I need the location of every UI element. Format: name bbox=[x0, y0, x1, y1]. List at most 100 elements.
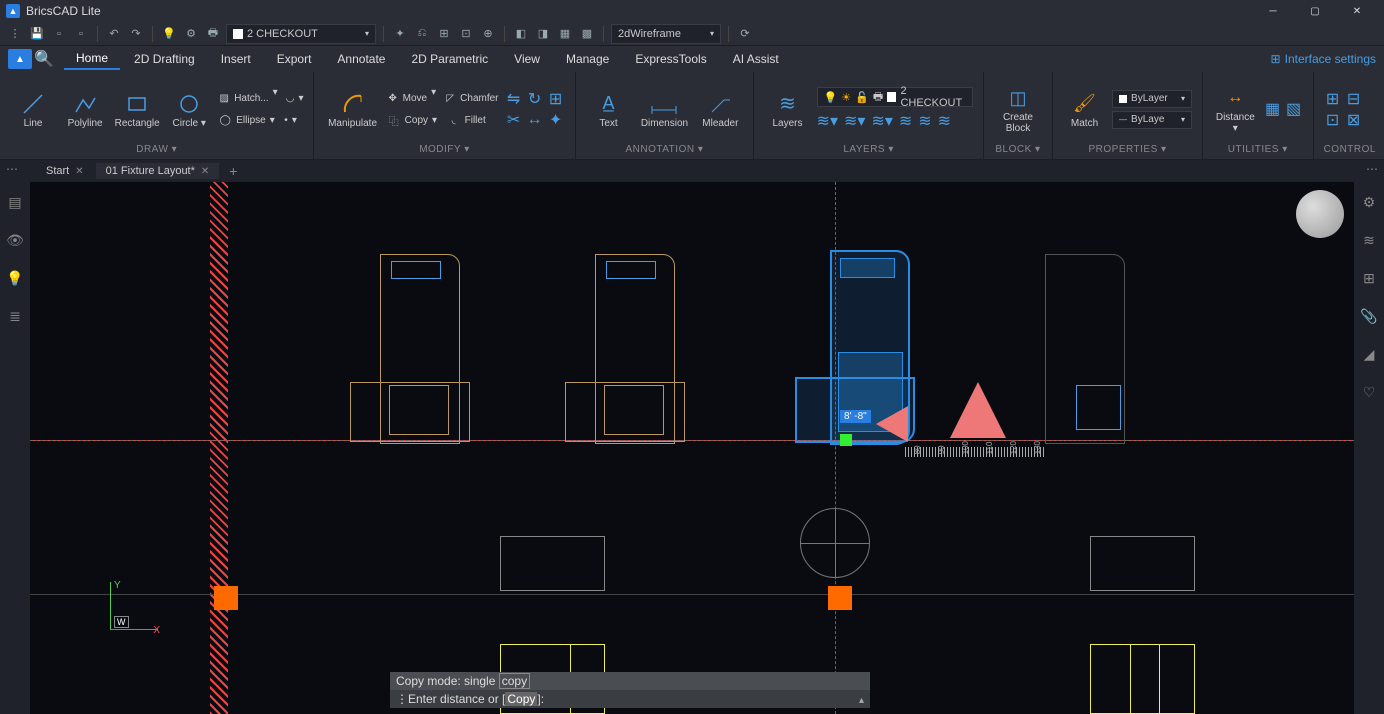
array-icon[interactable]: ⊞ bbox=[547, 90, 565, 108]
layers-icon[interactable]: ≋ bbox=[1359, 230, 1379, 250]
line-button[interactable]: Line bbox=[10, 90, 56, 129]
control-icon[interactable]: ⊞ bbox=[1324, 90, 1342, 108]
control-icon[interactable]: ⊠ bbox=[1345, 111, 1363, 129]
drawing-canvas[interactable]: 8' -8" -80 -90 -100 -110 -120 -130 bbox=[30, 182, 1354, 714]
extend-icon[interactable]: ↔ bbox=[526, 111, 544, 129]
cube-icon[interactable]: ▦ bbox=[556, 25, 574, 43]
layer-swatch bbox=[887, 92, 896, 102]
util-grid: ▦ ▧ bbox=[1264, 100, 1303, 118]
control-icon[interactable]: ⊡ bbox=[1324, 111, 1342, 129]
mleader-button[interactable]: Mleader bbox=[697, 90, 743, 129]
settings-icon: ⊞ bbox=[1271, 52, 1281, 66]
settings-icon[interactable]: ⚙ bbox=[1359, 192, 1379, 212]
open-icon[interactable]: ▫ bbox=[72, 25, 90, 43]
tool-icon[interactable]: ⊕ bbox=[479, 25, 497, 43]
tool-icon[interactable]: ✦ bbox=[391, 25, 409, 43]
tab-manage[interactable]: Manage bbox=[554, 49, 621, 69]
minimize-button[interactable]: ─ bbox=[1252, 0, 1294, 22]
util-icon[interactable]: ▧ bbox=[1285, 100, 1303, 118]
new-icon[interactable]: ▫ bbox=[50, 25, 68, 43]
tool-icon[interactable]: ⊞ bbox=[435, 25, 453, 43]
redo-icon[interactable]: ↷ bbox=[127, 25, 145, 43]
visibility-icon[interactable]: 👁 bbox=[5, 230, 25, 250]
command-line[interactable]: Copy mode: single copy ⋮Enter distance o… bbox=[390, 672, 870, 708]
close-button[interactable]: ✕ bbox=[1336, 0, 1378, 22]
gear-icon[interactable]: ⚙ bbox=[182, 25, 200, 43]
tabs-menu-icon[interactable]: ⋯ bbox=[6, 162, 18, 176]
layers-button[interactable]: ≋Layers bbox=[764, 90, 810, 129]
polyline-button[interactable]: Polyline bbox=[62, 90, 108, 129]
layer-tool-icon[interactable]: ≋ bbox=[918, 111, 931, 131]
close-icon[interactable]: ✕ bbox=[75, 166, 83, 177]
close-icon[interactable]: ✕ bbox=[201, 166, 209, 177]
tab-annotate[interactable]: Annotate bbox=[325, 49, 397, 69]
copy-button[interactable]: ⿻Copy ▾ ◟Fillet bbox=[387, 111, 486, 129]
trim-icon[interactable]: ✂ bbox=[505, 111, 523, 129]
visual-style-dropdown[interactable]: 2dWireframe ▾ bbox=[611, 24, 721, 44]
command-input[interactable]: ⋮Enter distance or [Copy]: bbox=[390, 690, 870, 708]
qat-layer-dropdown[interactable]: 2 CHECKOUT ▾ bbox=[226, 24, 376, 44]
tab-2d-drafting[interactable]: 2D Drafting bbox=[122, 49, 207, 69]
tab-expresstools[interactable]: ExpressTools bbox=[623, 49, 718, 69]
expand-command-icon[interactable]: ▴ bbox=[859, 695, 864, 706]
layer-tool-icon[interactable]: ≋▾ bbox=[844, 111, 865, 131]
attach-icon[interactable]: 📎 bbox=[1359, 306, 1379, 326]
cube-icon[interactable]: ◧ bbox=[512, 25, 530, 43]
manipulate-button[interactable]: Manipulate bbox=[324, 90, 380, 129]
circle-button[interactable]: Circle ▾ bbox=[166, 90, 212, 129]
control-icon[interactable]: ⊟ bbox=[1345, 90, 1363, 108]
bulb-icon[interactable]: 💡 bbox=[160, 25, 178, 43]
dimension-button[interactable]: Dimension bbox=[638, 90, 692, 129]
eraser-icon[interactable]: ◢ bbox=[1359, 344, 1379, 364]
match-button[interactable]: 🖌Match bbox=[1063, 90, 1106, 129]
tab-view[interactable]: View bbox=[502, 49, 552, 69]
structure-icon[interactable]: ≣ bbox=[5, 306, 25, 326]
balloon-icon[interactable]: ♡ bbox=[1359, 382, 1379, 402]
grid-icon[interactable]: ⊞ bbox=[1359, 268, 1379, 288]
point-icon[interactable]: • bbox=[284, 115, 288, 126]
tab-start[interactable]: Start✕ bbox=[36, 163, 94, 179]
text-button[interactable]: A̲Text bbox=[586, 90, 632, 129]
ellipse-button[interactable]: ◯Ellipse ▾ • ▾ bbox=[218, 111, 297, 129]
refresh-icon[interactable]: ⟳ bbox=[736, 25, 754, 43]
print-icon[interactable]: 🖶 bbox=[204, 25, 222, 43]
tool-icon[interactable]: ⊡ bbox=[457, 25, 475, 43]
explode-icon[interactable]: ✦ bbox=[547, 111, 565, 129]
rectangle-button[interactable]: Rectangle bbox=[114, 90, 160, 129]
arc-icon[interactable]: ◡ bbox=[286, 93, 295, 104]
current-layer-dropdown[interactable]: 💡 ☀ 🔓 🖶 2 CHECKOUT bbox=[817, 87, 973, 107]
color-dropdown[interactable]: ByLayer▾ bbox=[1112, 90, 1192, 108]
interface-settings-button[interactable]: ⊞ Interface settings bbox=[1271, 52, 1376, 66]
tab-home[interactable]: Home bbox=[64, 48, 120, 70]
tab-insert[interactable]: Insert bbox=[209, 49, 263, 69]
tool-icon[interactable]: ⎌ bbox=[413, 25, 431, 43]
cube-icon[interactable]: ▩ bbox=[578, 25, 596, 43]
layer-tool-icon[interactable]: ≋ bbox=[938, 111, 951, 131]
tabs-menu-icon[interactable]: ⋯ bbox=[1366, 162, 1378, 176]
tab-ai-assist[interactable]: AI Assist bbox=[721, 49, 791, 69]
tab-2d-parametric[interactable]: 2D Parametric bbox=[399, 49, 500, 69]
tab-export[interactable]: Export bbox=[265, 49, 324, 69]
bulb-icon[interactable]: 💡 bbox=[5, 268, 25, 288]
lookfrom-widget[interactable] bbox=[1296, 190, 1344, 238]
add-tab-button[interactable]: + bbox=[221, 163, 245, 179]
search-icon[interactable]: 🔍 bbox=[34, 49, 62, 69]
undo-icon[interactable]: ↶ bbox=[105, 25, 123, 43]
create-block-button[interactable]: ◫Create Block bbox=[994, 84, 1042, 134]
hatch-button[interactable]: ▨Hatch... ▾ ◡ ▾ bbox=[218, 89, 303, 107]
palette-icon[interactable]: ▤ bbox=[5, 192, 25, 212]
rotate-icon[interactable]: ↻ bbox=[526, 90, 544, 108]
cube-icon[interactable]: ◨ bbox=[534, 25, 552, 43]
util-icon[interactable]: ▦ bbox=[1264, 100, 1282, 118]
tab-document[interactable]: 01 Fixture Layout*✕ bbox=[96, 163, 220, 179]
linetype-dropdown[interactable]: —ByLaye▾ bbox=[1112, 111, 1192, 129]
move-button[interactable]: ✥Move ▾ ◸Chamfer bbox=[387, 89, 499, 107]
maximize-button[interactable]: ▢ bbox=[1294, 0, 1336, 22]
app-menu-button[interactable]: ▲ bbox=[8, 49, 32, 69]
mirror-icon[interactable]: ⇋ bbox=[505, 90, 523, 108]
distance-button[interactable]: ↔Distance ▾ bbox=[1213, 84, 1258, 134]
save-icon[interactable]: 💾 bbox=[28, 25, 46, 43]
layer-tool-icon[interactable]: ≋▾ bbox=[817, 111, 838, 131]
layer-tool-icon[interactable]: ≋ bbox=[899, 111, 912, 131]
layer-tool-icon[interactable]: ≋▾ bbox=[871, 111, 892, 131]
